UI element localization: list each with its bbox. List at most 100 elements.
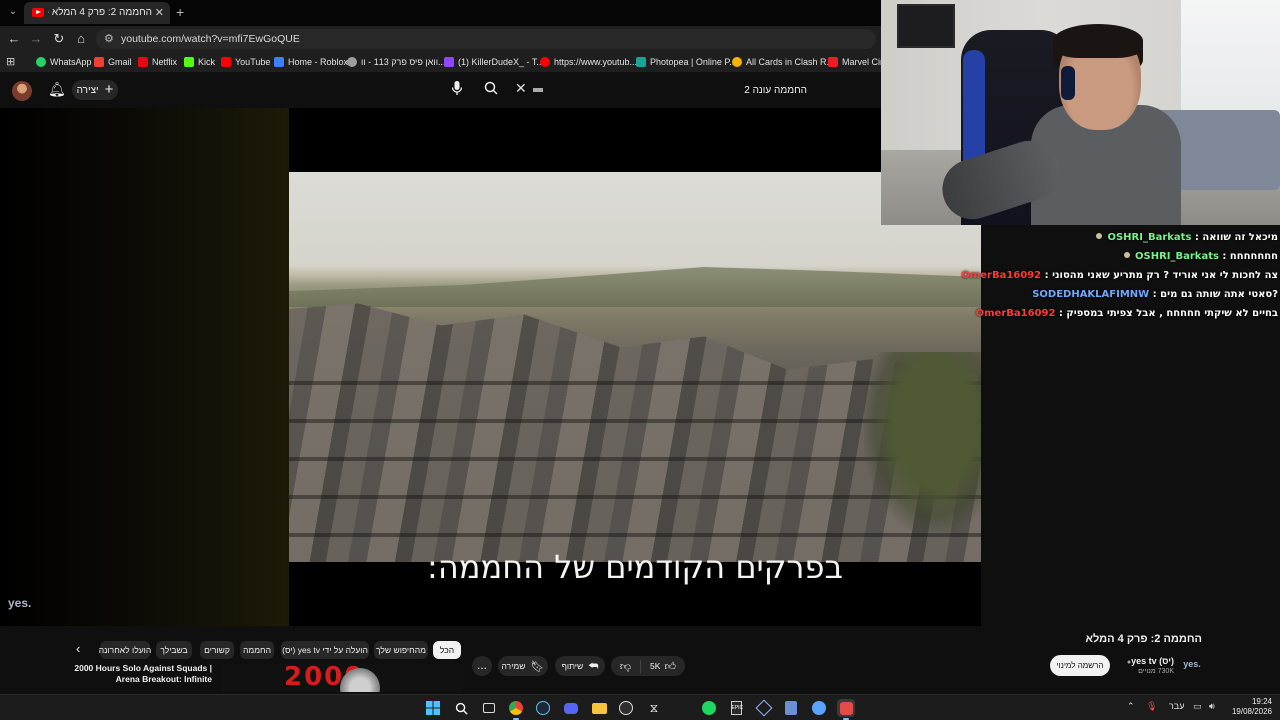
app-icon[interactable] [810, 699, 828, 717]
youtube-header: 🔔︎ יצירה + ✕ [0, 72, 880, 108]
app-icon[interactable] [782, 699, 800, 717]
stream-chat: OSHRI_Barkats : מיכאל זה שוואה OSHRI_Bar… [961, 232, 1280, 328]
bookmark-photopea[interactable]: Photopea | Online P... [636, 55, 737, 69]
more-actions-button[interactable]: ... [472, 656, 492, 676]
chip-for-you[interactable]: בשבילך [156, 641, 192, 659]
channel-avatar[interactable]: yes. [1180, 652, 1204, 676]
streaming-app-icon[interactable] [837, 699, 855, 720]
chat-username: OSHRI_Barkats [1135, 251, 1219, 262]
chat-message: OSHRI_Barkats : חחחחחחח [1124, 251, 1278, 269]
language-indicator[interactable]: עבר [1169, 701, 1184, 711]
bookmark-roblox[interactable]: Home - Roblox [274, 55, 348, 69]
dislike-icon[interactable]: 👎︎ [611, 659, 641, 673]
share-button[interactable]: שיתוף ⮪ [555, 656, 605, 676]
bookmark-one-piece[interactable]: וואן פיס פרק 113 - וו... [347, 55, 446, 69]
clear-search-icon[interactable]: ✕ [515, 80, 527, 97]
save-button[interactable]: שמירה 🔖︎ [498, 656, 548, 676]
epic-games-icon[interactable]: EPIC [727, 699, 745, 717]
volume-icon[interactable]: 🔊︎ [1209, 701, 1215, 712]
home-icon[interactable]: ⌂ [73, 31, 89, 47]
forward-icon[interactable]: → [28, 31, 44, 47]
search-input[interactable] [530, 79, 815, 101]
browser-tab[interactable]: החממה 2: פרק 4 המלא - YouTube ✕ [24, 2, 170, 24]
chat-badge-icon [1096, 233, 1103, 239]
bookmark-youtube-link[interactable]: https://www.youtub... [540, 55, 637, 69]
microphone-muted-icon[interactable]: 🎙︎ [1146, 701, 1157, 712]
clock-date: 19/08/2026 [1231, 707, 1272, 716]
bookmark-gmail[interactable]: Gmail [94, 55, 132, 69]
chip-recent[interactable]: הועלו לאחרונה [99, 641, 151, 659]
chip-related[interactable]: קשורים [200, 641, 234, 659]
chat-message: OmerBa16092 : צה לחכות לי אני אוריד ? רק… [961, 270, 1278, 281]
search-icon[interactable] [484, 81, 498, 98]
notification-icon[interactable]: ▭ [1193, 701, 1202, 712]
obs-icon[interactable] [617, 699, 635, 717]
gmail-icon [94, 57, 104, 67]
apps-grid-icon[interactable]: ⊞ [6, 56, 18, 68]
chat-text: חחחחחחח [1229, 251, 1278, 262]
youtube-icon [221, 57, 231, 67]
url-text: youtube.com/watch?v=mfi7EwGoQUE [121, 33, 300, 45]
bush [864, 352, 981, 532]
recommended-video-title[interactable]: 2000 Hours Solo Against Squads | Arena B… [60, 663, 212, 685]
back-icon[interactable]: ← [6, 31, 22, 47]
save-label: שמירה [501, 661, 526, 671]
new-tab-icon[interactable]: + [176, 4, 184, 20]
bookmark-kick[interactable]: Kick [184, 55, 215, 69]
tab-title: החממה 2: פרק 4 המלא - YouTube [48, 7, 152, 18]
video-frame[interactable] [289, 172, 981, 562]
app-icon[interactable] [755, 699, 773, 717]
roblox-icon [274, 57, 284, 67]
chips-scroll-left-icon[interactable]: ‹ [76, 641, 88, 657]
close-tab-icon[interactable]: ✕ [155, 6, 164, 19]
show-hidden-icons-icon[interactable]: ⌃ [1127, 701, 1135, 712]
share-label: שיתוף [561, 661, 584, 671]
chat-username: SODEDHAKLAFIMNW [1032, 289, 1150, 300]
chip-hachamama[interactable]: החממה [240, 641, 274, 659]
video-subtitle: בפרקים הקודמים של החממה: [427, 548, 843, 586]
taskbar-clock[interactable]: 19:24 19/08/2026 [1224, 697, 1272, 717]
like-button[interactable]: 5K 👍︎ [641, 660, 685, 673]
notifications-bell-icon[interactable]: 🔔︎ [48, 81, 66, 98]
bookmark-youtube[interactable]: YouTube [221, 55, 270, 69]
bookmark-whatsapp[interactable]: WhatsApp [36, 55, 92, 69]
chip-all[interactable]: הכל [433, 641, 461, 659]
marvel-icon [828, 57, 838, 67]
chip-uploaded-by-yes[interactable]: הועלה על ידי yes tv (יס) [281, 641, 369, 659]
chat-username: OmerBa16092 [961, 270, 1042, 281]
chrome-icon[interactable] [507, 699, 525, 720]
search-icon[interactable] [452, 699, 470, 717]
channel-name[interactable]: ●yes tv (יס) [1118, 656, 1174, 666]
create-button[interactable]: יצירה + [72, 80, 118, 100]
discord-icon[interactable] [562, 699, 580, 717]
clock-time: 19:24 [1251, 697, 1272, 706]
chat-badge-icon [1124, 252, 1130, 258]
chat-username: OSHRI_Barkats [1107, 232, 1192, 243]
site-info-icon[interactable]: ⚙ [104, 32, 114, 45]
windows-taskbar: ⧖ EPIC ⌃ 🎙︎ עבר ▭ 🔊︎ 19:24 19/08/2026 [0, 694, 1280, 720]
avatar[interactable] [12, 81, 32, 101]
steam-icon[interactable] [534, 699, 552, 717]
bookmark-twitch[interactable]: (1) KillerDudeX_ - T... [444, 55, 544, 69]
recommended-video-thumbnail[interactable]: 2000 [222, 664, 462, 692]
youtube-favicon-icon [32, 8, 44, 17]
capcut-icon[interactable]: ⧖ [645, 699, 663, 717]
address-bar[interactable]: ⚙ youtube.com/watch?v=mfi7EwGoQUE [96, 29, 876, 49]
spotify-icon[interactable] [700, 699, 718, 717]
headset-icon [1061, 66, 1075, 100]
bookmark-clash[interactable]: All Cards in Clash R... [732, 55, 834, 69]
chip-from-search[interactable]: מהחיפוש שלך [374, 641, 428, 659]
task-view-icon[interactable] [480, 699, 498, 717]
file-explorer-icon[interactable] [590, 699, 608, 717]
like-icon: 👍︎ [664, 660, 676, 673]
bookmark-netflix[interactable]: Netflix [138, 55, 177, 69]
tab-search-icon[interactable]: ⌄ [6, 5, 20, 19]
video-title: החממה 2: פרק 4 המלא [1085, 633, 1202, 645]
microphone-icon[interactable] [448, 80, 466, 100]
streamer-hair-top [1053, 24, 1143, 58]
chat-message: OSHRI_Barkats : מיכאל זה שוואה [1096, 232, 1278, 250]
windows-start-icon[interactable] [424, 699, 442, 717]
subscribe-button[interactable]: הרשמה למינוי [1050, 655, 1110, 676]
globe-icon [347, 57, 357, 67]
reload-icon[interactable]: ↻ [51, 31, 67, 47]
